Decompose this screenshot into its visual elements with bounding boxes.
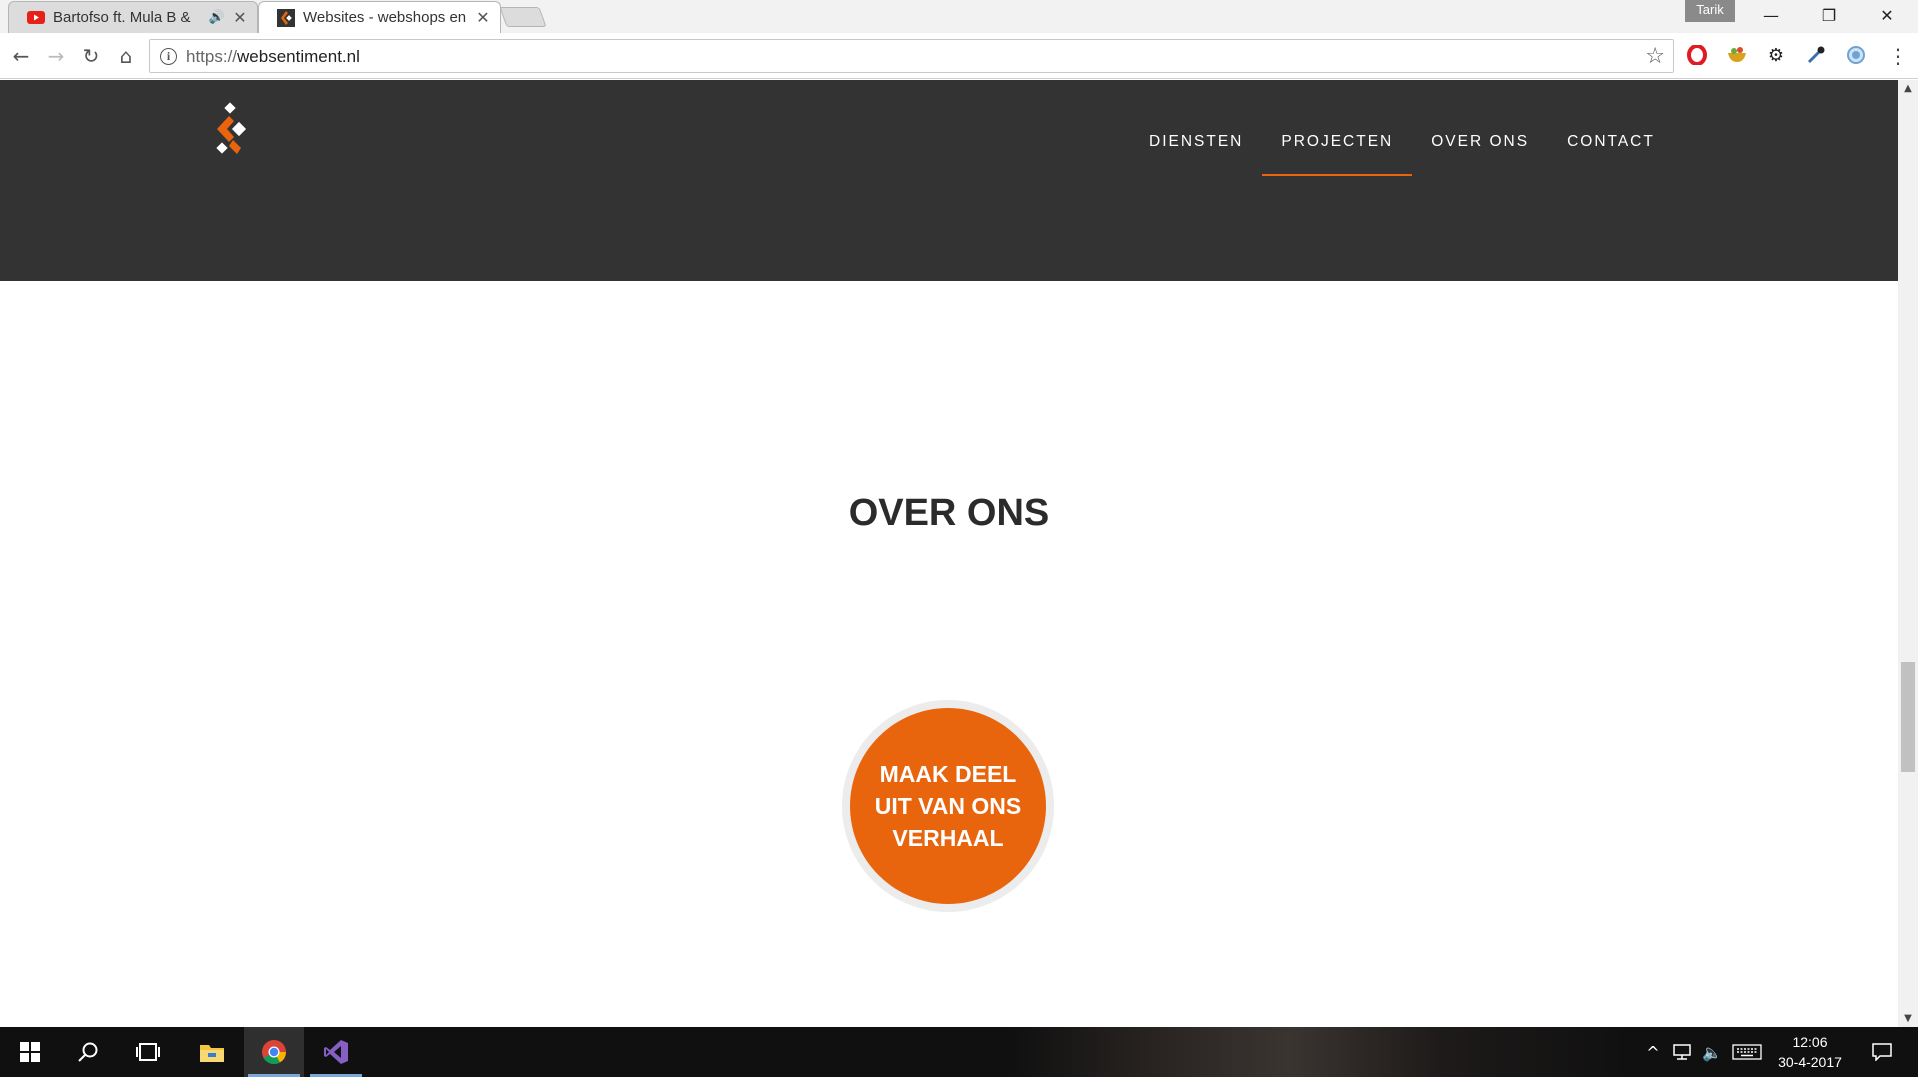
site-info-icon[interactable]: i <box>160 48 177 65</box>
forward-button[interactable]: → <box>41 41 71 71</box>
extension-bowl-icon[interactable] <box>1725 43 1749 67</box>
clock-date: 30-4-2017 <box>1778 1054 1842 1070</box>
task-view-icon[interactable] <box>118 1027 178 1077</box>
profile-button[interactable]: Tarik <box>1685 0 1735 22</box>
file-explorer-icon[interactable] <box>182 1027 242 1077</box>
bookmark-star-icon[interactable]: ☆ <box>1645 44 1665 69</box>
nav-diensten[interactable]: DIENSTEN <box>1130 116 1262 168</box>
cta-circle-ring: MAAK DEEL UIT VAN ONS VERHAAL <box>842 700 1054 912</box>
taskbar-clock[interactable]: 12:06 30-4-2017 <box>1760 1032 1860 1072</box>
search-icon[interactable] <box>58 1027 118 1077</box>
minimize-button[interactable]: — <box>1742 0 1800 30</box>
tab-youtube[interactable]: Bartofso ft. Mula B & 🔊 ✕ <box>8 1 258 33</box>
tab-close-icon[interactable]: ✕ <box>474 8 492 27</box>
tab-title: Bartofso ft. Mula B & <box>53 9 191 26</box>
close-window-button[interactable]: ✕ <box>1858 0 1916 30</box>
circle-extension-icon[interactable] <box>1844 43 1868 67</box>
address-url[interactable]: https://websentiment.nl <box>186 47 360 67</box>
tray-chevron-icon[interactable]: ^ <box>1640 1027 1666 1077</box>
address-bar[interactable]: i https://websentiment.nl ☆ <box>149 39 1674 73</box>
restore-button[interactable]: ❐ <box>1800 0 1858 30</box>
browser-toolbar: ← → ↻ ⌂ i https://websentiment.nl ☆ ⚙ ⋮ <box>0 33 1918 79</box>
nav-contact[interactable]: CONTACT <box>1548 116 1674 168</box>
scroll-up-arrow-icon[interactable]: ▲ <box>1898 80 1918 97</box>
gear-icon[interactable]: ⚙ <box>1764 43 1788 67</box>
nav-over-ons[interactable]: OVER ONS <box>1412 116 1548 168</box>
page-scrollbar[interactable]: ▲ ▼ <box>1898 80 1918 1027</box>
clock-time: 12:06 <box>1792 1034 1828 1050</box>
windows-start-icon[interactable] <box>0 1027 60 1077</box>
url-host: websentiment.nl <box>237 47 360 66</box>
back-button[interactable]: ← <box>6 41 36 71</box>
scrollbar-thumb[interactable] <box>1901 662 1915 772</box>
windows-taskbar: ^ 🔈 12:06 30-4-2017 <box>0 1027 1918 1077</box>
reload-button[interactable]: ↻ <box>76 41 106 71</box>
audio-playing-icon[interactable]: 🔊 <box>209 10 225 25</box>
network-icon[interactable] <box>1668 1027 1696 1077</box>
scroll-down-arrow-icon[interactable]: ▼ <box>1898 1010 1918 1027</box>
taskbar-wallpaper <box>1010 1027 1630 1077</box>
action-center-icon[interactable] <box>1862 1027 1902 1077</box>
chrome-icon[interactable] <box>244 1027 304 1077</box>
site-header: DIENSTEN PROJECTEN OVER ONS CONTACT <box>0 80 1898 281</box>
youtube-icon <box>27 9 45 27</box>
eyedropper-icon[interactable] <box>1804 43 1828 67</box>
tab-title: Websites - webshops en <box>303 9 467 26</box>
main-nav: DIENSTEN PROJECTEN OVER ONS CONTACT <box>1130 116 1674 176</box>
tab-websentiment[interactable]: Websites - webshops en ✕ <box>258 1 501 33</box>
section-title: OVER ONS <box>848 492 1050 534</box>
url-scheme: https:// <box>186 47 238 66</box>
home-button[interactable]: ⌂ <box>111 41 141 71</box>
page-viewport: DIENSTEN PROJECTEN OVER ONS CONTACT OVER… <box>0 80 1898 1027</box>
volume-icon[interactable]: 🔈 <box>1698 1027 1726 1077</box>
websentiment-icon <box>277 8 295 27</box>
opera-icon[interactable] <box>1685 43 1709 67</box>
keyboard-icon[interactable] <box>1730 1027 1764 1077</box>
join-story-button[interactable]: MAAK DEEL UIT VAN ONS VERHAAL <box>850 708 1046 904</box>
tab-close-icon[interactable]: ✕ <box>231 8 249 27</box>
visual-studio-icon[interactable] <box>306 1027 366 1077</box>
nav-projecten[interactable]: PROJECTEN <box>1262 116 1413 176</box>
websentiment-logo[interactable] <box>213 102 253 156</box>
screen: Bartofso ft. Mula B & 🔊 ✕ Websites - web… <box>0 0 1918 1077</box>
chrome-menu-icon[interactable]: ⋮ <box>1883 41 1913 71</box>
browser-tab-strip: Bartofso ft. Mula B & 🔊 ✕ Websites - web… <box>0 0 1918 33</box>
new-tab-button[interactable] <box>499 7 547 27</box>
